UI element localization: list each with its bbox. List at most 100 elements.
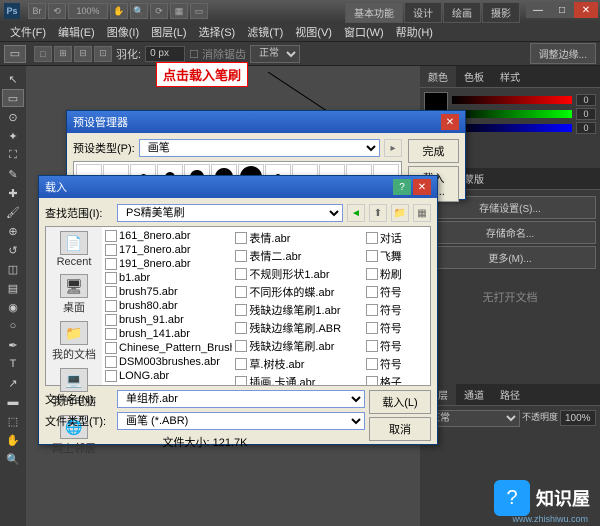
file-item[interactable]: DSM003brushes.abr xyxy=(104,355,230,369)
file-item[interactable]: 残缺边缘笔刷1.abr xyxy=(234,301,360,319)
workspace-tab-design[interactable]: 设计 xyxy=(404,2,442,23)
file-item[interactable]: 不规则形状1.abr xyxy=(234,265,360,283)
file-item[interactable]: 对话 xyxy=(365,229,428,247)
cancel-button[interactable]: 取消 xyxy=(369,417,431,441)
file-item[interactable]: 残缺边缘笔刷.abr xyxy=(234,337,360,355)
tab-channels[interactable]: 通道 xyxy=(456,384,492,405)
save-named-button[interactable]: 存储命名... xyxy=(424,221,596,244)
g-slider[interactable] xyxy=(452,110,572,118)
newfolder-icon[interactable]: 📁 xyxy=(391,204,409,222)
feather-input[interactable] xyxy=(145,46,185,62)
marquee-tool-indicator[interactable]: ▭ xyxy=(4,45,26,63)
file-item[interactable]: 残缺边缘笔刷.ABR xyxy=(234,319,360,337)
file-item[interactable]: LONG.abr xyxy=(104,369,230,383)
blur-tool[interactable]: ◉ xyxy=(2,298,24,316)
filename-input[interactable]: 单组桥.abr xyxy=(117,390,365,408)
b-slider[interactable] xyxy=(452,124,572,132)
r-slider[interactable] xyxy=(452,96,572,104)
filetype-select[interactable]: 画笔 (*.ABR) xyxy=(117,412,365,430)
type-tool[interactable]: T xyxy=(2,355,24,373)
blend-mode-select[interactable]: 正常 xyxy=(424,410,520,427)
menu-filter[interactable]: 滤镜(T) xyxy=(241,22,289,42)
done-button[interactable]: 完成 xyxy=(408,139,459,163)
tab-color[interactable]: 颜色 xyxy=(420,66,456,87)
file-item[interactable]: brush_91.abr xyxy=(104,313,230,327)
file-item[interactable]: 不同形体的蝶.abr xyxy=(234,283,360,301)
file-item[interactable]: brush_141.abr xyxy=(104,327,230,341)
sel-int-icon[interactable]: ⊡ xyxy=(94,46,112,62)
eraser-tool[interactable]: ◫ xyxy=(2,260,24,278)
dodge-tool[interactable]: ○ xyxy=(2,317,24,335)
screen-icon[interactable]: ▭ xyxy=(190,3,208,19)
style-select[interactable]: 正常 xyxy=(250,45,300,63)
menu-file[interactable]: 文件(F) xyxy=(4,22,52,42)
menu-image[interactable]: 图像(I) xyxy=(101,22,145,42)
minimize-button[interactable]: — xyxy=(526,2,550,18)
zoom-tool[interactable]: 🔍 xyxy=(2,450,24,468)
menu-select[interactable]: 选择(S) xyxy=(193,22,242,42)
place-desktop[interactable]: 🖥桌面 xyxy=(60,274,88,315)
history-brush-tool[interactable]: ↺ xyxy=(2,241,24,259)
file-item[interactable]: brush80.abr xyxy=(104,299,230,313)
place-documents[interactable]: 📁我的文档 xyxy=(52,321,96,362)
history-icon[interactable]: ⟲ xyxy=(48,3,66,19)
place-recent[interactable]: 📄Recent xyxy=(57,231,92,268)
opacity-input[interactable] xyxy=(560,410,596,426)
menu-window[interactable]: 窗口(W) xyxy=(338,22,390,42)
menu-edit[interactable]: 编辑(E) xyxy=(52,22,101,42)
stamp-tool[interactable]: ⊕ xyxy=(2,222,24,240)
file-item[interactable]: Chinese_Pattern_Brushes.abr xyxy=(104,341,230,355)
back-icon[interactable]: ◄ xyxy=(347,204,365,222)
file-browser[interactable]: 161_8nero.abr171_8nero.abr191_8nero.abrb… xyxy=(102,227,430,385)
pen-tool[interactable]: ✒ xyxy=(2,336,24,354)
marquee-tool[interactable]: ▭ xyxy=(2,89,24,107)
tab-paths[interactable]: 路径 xyxy=(492,384,528,405)
file-item[interactable]: 符号 xyxy=(365,355,428,373)
file-item[interactable]: 符号 xyxy=(365,337,428,355)
close-button[interactable]: ✕ xyxy=(574,2,598,18)
do-load-button[interactable]: 载入(L) xyxy=(369,390,431,414)
file-item[interactable]: 161_8nero.abr xyxy=(104,229,230,243)
preset-type-select[interactable]: 画笔 xyxy=(139,139,380,157)
workspace-tab-photo[interactable]: 摄影 xyxy=(482,2,520,23)
crop-tool[interactable]: ⛶ xyxy=(2,146,24,164)
file-item[interactable]: 符号 xyxy=(365,319,428,337)
file-item[interactable]: 表情.abr xyxy=(234,229,360,247)
hand-icon[interactable]: ✋ xyxy=(110,3,128,19)
up-icon[interactable]: ⬆ xyxy=(369,204,387,222)
bridge-icon[interactable]: Br xyxy=(28,3,46,19)
file-item[interactable]: 191_8nero.abr xyxy=(104,257,230,271)
rotate-icon[interactable]: ⟳ xyxy=(150,3,168,19)
file-item[interactable]: 符号 xyxy=(365,283,428,301)
lasso-tool[interactable]: ⊙ xyxy=(2,108,24,126)
zoom-icon[interactable]: 🔍 xyxy=(130,3,148,19)
file-item[interactable]: b1.abr xyxy=(104,271,230,285)
shape-tool[interactable]: ▬ xyxy=(2,393,24,411)
file-item[interactable]: 表情二.abr xyxy=(234,247,360,265)
arrange-icon[interactable]: ▦ xyxy=(170,3,188,19)
sel-new-icon[interactable]: □ xyxy=(34,46,52,62)
sel-sub-icon[interactable]: ⊟ xyxy=(74,46,92,62)
file-item[interactable]: 171_8nero.abr xyxy=(104,243,230,257)
preset-flyout-icon[interactable]: ▸ xyxy=(384,139,402,157)
refine-edge-button[interactable]: 调整边缘... xyxy=(530,43,596,64)
file-item[interactable]: 飞舞 xyxy=(365,247,428,265)
load-close-button[interactable]: ✕ xyxy=(413,179,431,195)
tab-styles[interactable]: 样式 xyxy=(492,66,528,87)
preset-close-button[interactable]: ✕ xyxy=(441,114,459,130)
sel-add-icon[interactable]: ⊞ xyxy=(54,46,72,62)
heal-tool[interactable]: ✚ xyxy=(2,184,24,202)
maximize-button[interactable]: □ xyxy=(550,2,574,18)
eyedropper-tool[interactable]: ✎ xyxy=(2,165,24,183)
views-icon[interactable]: ▦ xyxy=(413,204,431,222)
path-tool[interactable]: ↗ xyxy=(2,374,24,392)
zoom-display[interactable]: 100% xyxy=(68,3,108,19)
menu-view[interactable]: 视图(V) xyxy=(289,22,338,42)
hand-tool[interactable]: ✋ xyxy=(2,431,24,449)
more-button[interactable]: 更多(M)... xyxy=(424,246,596,269)
workspace-tab-basic[interactable]: 基本功能 xyxy=(345,2,403,23)
brush-tool[interactable]: 🖌 xyxy=(2,203,24,221)
move-tool[interactable]: ↖ xyxy=(2,70,24,88)
file-item[interactable]: brush75.abr xyxy=(104,285,230,299)
menu-layer[interactable]: 图层(L) xyxy=(145,22,192,42)
